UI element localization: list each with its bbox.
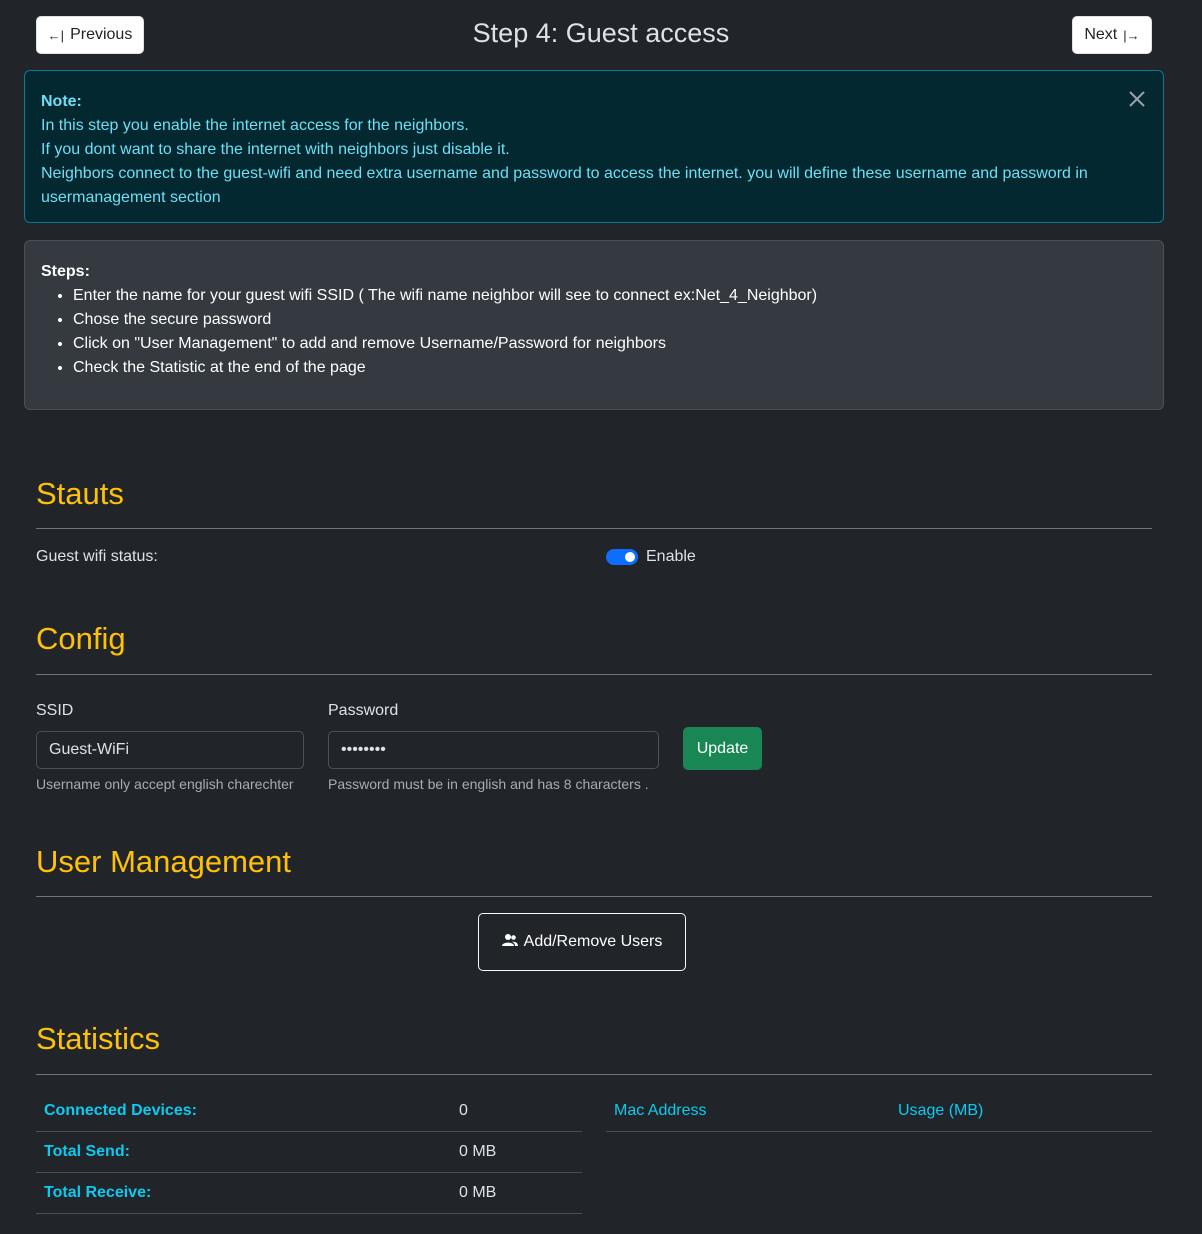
statistics-section-title: Statistics (36, 1021, 161, 1056)
password-help-text: Password must be in english and has 8 ch… (328, 776, 649, 792)
next-label: Next (1084, 26, 1118, 43)
config-section-title: Config (36, 621, 126, 656)
connected-devices-value: 0 (459, 1102, 468, 1119)
table-row: Connected Devices: 0 (36, 1091, 582, 1132)
list-item: Click on "User Management" to add and re… (73, 332, 1147, 356)
divider (36, 674, 1152, 675)
note-title: Note: (41, 93, 82, 110)
page-header: ←| Previous Step 4: Guest access Next |→ (0, 0, 1202, 70)
list-item: Chose the secure password (73, 308, 1147, 332)
steps-title: Steps: (41, 263, 90, 280)
usage-header: Usage (MB) (898, 1102, 984, 1119)
ssid-help-text: Username only accept english charechter (36, 776, 294, 792)
steps-panel: Steps: Enter the name for your guest wif… (24, 240, 1164, 410)
arrow-right-bar-icon: |→ (1123, 27, 1140, 43)
close-icon[interactable] (1127, 89, 1147, 109)
add-remove-users-button[interactable]: Add/Remove Users (478, 913, 686, 971)
note-line: If you dont want to share the internet w… (41, 141, 510, 158)
table-row: Total Send: 0 MB (36, 1132, 582, 1173)
ssid-label: SSID (36, 702, 74, 719)
page-title: Step 4: Guest access (472, 18, 730, 48)
total-send-label: Total Send: (44, 1143, 130, 1160)
list-item: Check the Statistic at the end of the pa… (73, 356, 1147, 380)
divider (36, 1074, 1152, 1075)
mac-address-header: Mac Address (614, 1102, 707, 1119)
connected-devices-label: Connected Devices: (44, 1102, 197, 1119)
list-item: Enter the name for your guest wifi SSID … (73, 284, 1147, 308)
guest-wifi-toggle[interactable] (606, 549, 638, 565)
ssid-input[interactable] (36, 731, 304, 769)
toggle-label: Enable (646, 548, 696, 565)
table-row: Total Receive: 0 MB (36, 1173, 582, 1214)
guest-wifi-status-label: Guest wifi status: (36, 548, 158, 565)
add-remove-users-label: Add/Remove Users (523, 933, 663, 950)
divider (36, 896, 1152, 897)
users-icon (501, 933, 518, 952)
note-line: Neighbors connect to the guest-wifi and … (41, 165, 1088, 206)
password-input[interactable] (328, 731, 659, 769)
total-receive-value: 0 MB (459, 1184, 497, 1201)
divider (36, 528, 1152, 529)
note-alert: Note: In this step you enable the intern… (24, 70, 1164, 223)
user-management-section-title: User Management (36, 844, 292, 879)
next-button[interactable]: Next |→ (1072, 16, 1152, 54)
password-label: Password (328, 702, 399, 719)
guest-access-page: ←| Previous Step 4: Guest access Next |→… (0, 0, 1202, 1234)
status-section-title: Stauts (36, 476, 124, 511)
devices-table-header: Mac Address Usage (MB) (606, 1090, 1152, 1132)
total-send-value: 0 MB (459, 1143, 497, 1160)
steps-list: Enter the name for your guest wifi SSID … (41, 284, 1147, 380)
total-receive-label: Total Receive: (44, 1184, 152, 1201)
update-button[interactable]: Update (683, 727, 762, 770)
note-line: In this step you enable the internet acc… (41, 117, 469, 134)
